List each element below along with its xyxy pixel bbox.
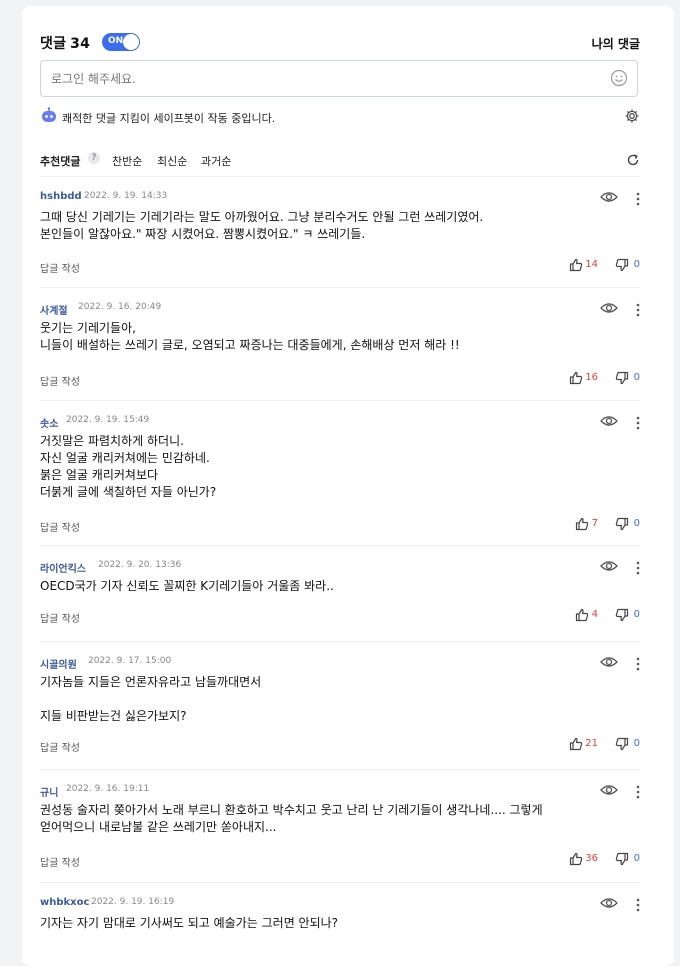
- robot-icon: [40, 107, 58, 129]
- more-options-icon[interactable]: [636, 656, 640, 675]
- eye-icon[interactable]: [600, 782, 618, 801]
- comment-input[interactable]: 로그인 해주세요.: [40, 60, 638, 97]
- like-icon[interactable]: [575, 516, 589, 535]
- gear-icon[interactable]: [624, 108, 640, 128]
- more-options-icon[interactable]: [636, 784, 640, 803]
- comment-body: OECD국가 기자 신뢰도 꼴찌한 K기레기들아 거울좀 봐라..: [40, 579, 334, 593]
- comment-author[interactable]: hshbdd: [40, 191, 82, 202]
- reply-button[interactable]: 답글 작성: [40, 373, 80, 388]
- refresh-icon[interactable]: [626, 152, 640, 171]
- more-options-icon[interactable]: [636, 415, 640, 434]
- comment-author[interactable]: 시골의원: [40, 656, 77, 671]
- comment-header: 댓글 34 ON 나의 댓글: [40, 33, 640, 53]
- like-count: 14: [585, 259, 598, 270]
- like-count: 16: [585, 372, 598, 383]
- dislike-icon[interactable]: [615, 516, 629, 535]
- divider: [40, 176, 640, 177]
- toggle-label: ON: [108, 36, 124, 46]
- help-icon[interactable]: ?: [88, 152, 100, 164]
- my-comments-link[interactable]: 나의 댓글: [592, 35, 640, 52]
- more-options-icon[interactable]: [636, 897, 640, 916]
- like-icon[interactable]: [575, 607, 589, 626]
- comment-author[interactable]: 사계절: [40, 302, 68, 317]
- eye-icon[interactable]: [600, 654, 618, 673]
- like-icon[interactable]: [569, 370, 583, 389]
- like-icon[interactable]: [569, 736, 583, 755]
- comment-author[interactable]: 규니: [40, 784, 58, 799]
- comment-date: 2022. 9. 20. 13:36: [98, 560, 182, 570]
- dislike-count: 0: [633, 738, 640, 749]
- comment-author[interactable]: 솟소: [40, 415, 58, 430]
- comment-date: 2022. 9. 19. 16:19: [91, 897, 175, 907]
- comment-divider: [40, 545, 640, 546]
- emoji-icon[interactable]: [610, 69, 628, 91]
- dislike-icon[interactable]: [615, 370, 629, 389]
- more-options-icon[interactable]: [636, 560, 640, 579]
- comment-divider: [40, 400, 640, 401]
- more-options-icon[interactable]: [636, 302, 640, 321]
- dislike-count: 0: [633, 518, 640, 529]
- sort-favorable[interactable]: 찬반순: [112, 153, 142, 169]
- safebot-text: 쾌적한 댓글 지킴이 세이프봇이 작동 중입니다.: [62, 112, 276, 125]
- toggle-knob: [123, 34, 139, 50]
- like-icon[interactable]: [569, 851, 583, 870]
- comment-divider: [40, 769, 640, 770]
- comment-author[interactable]: 라이언킥스: [40, 560, 86, 575]
- sort-newest[interactable]: 최신순: [157, 153, 187, 169]
- eye-icon[interactable]: [600, 895, 618, 914]
- eye-icon[interactable]: [600, 413, 618, 432]
- sort-bar: 추천댓글 ? 찬반순 최신순 과거순: [40, 151, 640, 171]
- like-icon[interactable]: [569, 257, 583, 276]
- dislike-count: 0: [633, 259, 640, 270]
- dislike-icon[interactable]: [615, 607, 629, 626]
- comment-author[interactable]: whbkxoc: [40, 897, 89, 908]
- comment-toggle[interactable]: ON: [102, 33, 140, 51]
- like-count: 21: [585, 738, 598, 749]
- dislike-count: 0: [633, 853, 640, 864]
- eye-icon[interactable]: [600, 300, 618, 319]
- comment-divider: [40, 882, 640, 883]
- comment-title: 댓글 34: [40, 36, 91, 52]
- like-count: 36: [585, 853, 598, 864]
- comment-body: 권성동 술자리 쫒아가서 노래 부르니 환호하고 박수치고 웃고 난리 난 기레…: [40, 803, 543, 834]
- reply-button[interactable]: 답글 작성: [40, 610, 80, 625]
- comment-body: 기자는 자기 맘대로 기사써도 되고 예술가는 그러면 안되나?: [40, 916, 339, 930]
- comment-date: 2022. 9. 19. 14:33: [84, 191, 168, 201]
- dislike-icon[interactable]: [615, 851, 629, 870]
- comment-date: 2022. 9. 16. 19:11: [66, 784, 150, 794]
- reply-button[interactable]: 답글 작성: [40, 260, 80, 275]
- comment-body: 기자놈들 지들은 언론자유라고 남들까대면서 지들 비판받는건 싫은가보지?: [40, 675, 262, 723]
- more-options-icon[interactable]: [636, 191, 640, 210]
- reply-button[interactable]: 답글 작성: [40, 519, 80, 534]
- like-count: 4: [591, 609, 598, 620]
- dislike-icon[interactable]: [615, 736, 629, 755]
- sort-recommended[interactable]: 추천댓글: [40, 153, 80, 169]
- reply-button[interactable]: 답글 작성: [40, 739, 80, 754]
- comment-date: 2022. 9. 16. 20:49: [78, 302, 162, 312]
- dislike-icon[interactable]: [615, 257, 629, 276]
- reply-button[interactable]: 답글 작성: [40, 854, 80, 869]
- dislike-count: 0: [633, 372, 640, 383]
- comment-divider: [40, 641, 640, 642]
- comment-date: 2022. 9. 17. 15:00: [88, 656, 172, 666]
- comment-body: 웃기는 기레기들아, 니들이 배설하는 쓰레기 글로, 오염되고 짜증나는 대중…: [40, 321, 460, 352]
- eye-icon[interactable]: [600, 189, 618, 208]
- comment-date: 2022. 9. 19. 15:49: [66, 415, 150, 425]
- comment-body: 그때 당신 기레기는 기레기라는 말도 아까웠어요. 그냥 분리수거도 안될 그…: [40, 210, 484, 241]
- dislike-count: 0: [633, 609, 640, 620]
- input-placeholder: 로그인 해주세요.: [51, 72, 136, 86]
- comment-divider: [40, 287, 640, 288]
- eye-icon[interactable]: [600, 558, 618, 577]
- like-count: 7: [591, 518, 598, 529]
- comment-body: 거짓말은 파렴치하게 하더니. 자신 얼굴 캐리커쳐에는 민감하네. 붉은 얼굴…: [40, 434, 217, 499]
- sort-oldest[interactable]: 과거순: [201, 153, 231, 169]
- comment-count: 34: [70, 36, 91, 52]
- safebot-notice: 쾌적한 댓글 지킴이 세이프봇이 작동 중입니다.: [40, 107, 640, 127]
